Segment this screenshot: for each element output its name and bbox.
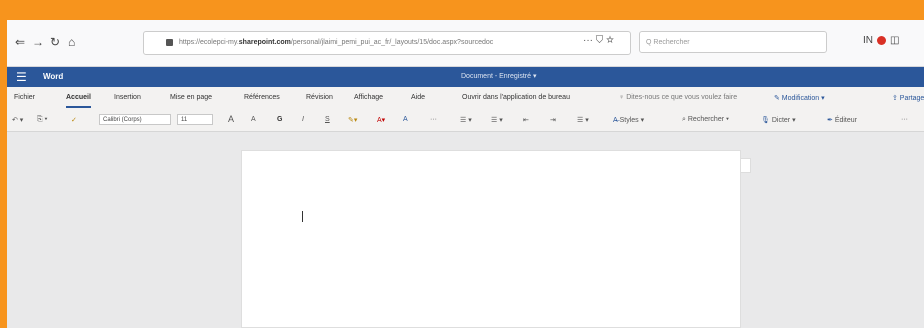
styles-icon: A̶ — [613, 117, 620, 124]
dictate-label: Dicter ▾ — [771, 117, 796, 124]
tab-mise-en-page[interactable]: Mise en page — [170, 94, 212, 101]
microphone-icon: 🎙 — [761, 117, 772, 124]
overflow-icon[interactable]: ··· — [901, 116, 908, 123]
editor-label: Éditeur — [834, 117, 857, 124]
numbering-icon[interactable]: ☰ ▾ — [491, 116, 503, 124]
tab-aide[interactable]: Aide — [411, 94, 425, 101]
word-header: ☰ Word Document - Enregistré ▾ — [7, 67, 924, 87]
app-launcher-icon[interactable]: ☰ — [16, 70, 27, 84]
address-bar[interactable]: https://ecolepci-my.sharepoint.com/perso… — [143, 31, 631, 55]
highlight-icon[interactable]: ✎▾ — [348, 116, 357, 124]
page-actions-icon[interactable]: ··· ⛉ ☆ — [583, 35, 614, 46]
screen: ⇐ → ↻ ⌂ https://ecolepci-my.sharepoint.c… — [7, 20, 924, 328]
app-name[interactable]: Word — [43, 72, 63, 81]
library-icon[interactable]: IN ◫ — [863, 35, 899, 46]
bullets-icon[interactable]: ☰ ▾ — [460, 116, 472, 124]
tab-references[interactable]: Références — [244, 94, 280, 101]
align-icon[interactable]: ☰ ▾ — [577, 116, 589, 124]
find-dropdown[interactable]: ⌕ Rechercher ▾ — [682, 116, 729, 124]
increase-indent-icon[interactable]: ⇥ — [550, 116, 556, 124]
decrease-indent-icon[interactable]: ⇤ — [523, 116, 529, 124]
tab-fichier[interactable]: Fichier — [14, 94, 35, 101]
styles-label: Styles ▾ — [619, 117, 645, 124]
more-font-options-icon[interactable]: ··· — [430, 116, 437, 123]
share-button[interactable]: ⇪ Partager — [892, 94, 924, 102]
browser-toolbar: ⇐ → ↻ ⌂ https://ecolepci-my.sharepoint.c… — [7, 20, 924, 67]
underline-button[interactable]: S — [325, 116, 330, 123]
active-tab-indicator — [66, 106, 91, 108]
format-painter-icon[interactable]: ✓ — [71, 116, 77, 124]
lock-icon — [166, 38, 173, 46]
url-domain: sharepoint.com — [238, 39, 291, 46]
document-page[interactable] — [241, 150, 741, 328]
document-title[interactable]: Document - Enregistré ▾ — [461, 72, 537, 80]
paste-icon[interactable]: ⎘ ▾ — [37, 116, 48, 124]
text-cursor — [302, 211, 303, 222]
tell-me-search[interactable]: ♀ Dites-nous ce que vous voulez faire — [619, 94, 737, 101]
tab-affichage[interactable]: Affichage — [354, 94, 383, 101]
reload-icon[interactable]: ↻ — [50, 35, 60, 49]
font-color-icon[interactable]: A▾ — [377, 116, 385, 124]
font-size-select[interactable]: 11 — [177, 114, 213, 125]
editor-pen-icon: ✒ — [827, 117, 835, 124]
library-label: IN — [863, 35, 873, 46]
shrink-font-icon[interactable]: A — [251, 116, 256, 123]
addon-icon[interactable] — [877, 35, 886, 45]
bold-button[interactable]: G — [277, 116, 282, 123]
italic-button[interactable]: I — [302, 116, 304, 123]
back-icon[interactable]: ⇐ — [15, 35, 25, 49]
dictate-button[interactable]: 🎙 Dicter ▾ — [761, 116, 796, 124]
undo-icon[interactable]: ↶ ▾ — [12, 116, 23, 124]
page-edge-tab — [741, 158, 751, 173]
font-name-select[interactable]: Calibri (Corps) — [99, 114, 171, 125]
tab-accueil[interactable]: Accueil — [66, 94, 91, 101]
tab-revision[interactable]: Révision — [306, 94, 333, 101]
tab-insertion[interactable]: Insertion — [114, 94, 141, 101]
home-toolbar: ↶ ▾ ⎘ ▾ ✓ Calibri (Corps) 11 A A G I S ✎… — [7, 109, 924, 132]
editing-mode-dropdown[interactable]: ✎ Modification ▾ — [774, 94, 825, 102]
editor-button[interactable]: ✒ Éditeur — [827, 116, 857, 124]
browser-search-input[interactable]: Q Rechercher — [639, 31, 827, 53]
home-icon[interactable]: ⌂ — [68, 35, 75, 49]
url-prefix: https://ecolepci-my. — [179, 39, 239, 46]
open-desktop-app-link[interactable]: Ouvrir dans l'application de bureau — [462, 94, 570, 101]
clear-format-icon[interactable]: A — [403, 116, 408, 123]
grow-font-icon[interactable]: A — [228, 114, 234, 124]
styles-dropdown[interactable]: A̶ Styles ▾ — [613, 116, 644, 124]
url-rest: /personal/jlaimi_pemi_pui_ac_fr/_layouts… — [290, 39, 494, 46]
forward-icon[interactable]: → — [32, 35, 44, 49]
ribbon-tabs: Fichier Accueil Insertion Mise en page R… — [7, 87, 924, 109]
